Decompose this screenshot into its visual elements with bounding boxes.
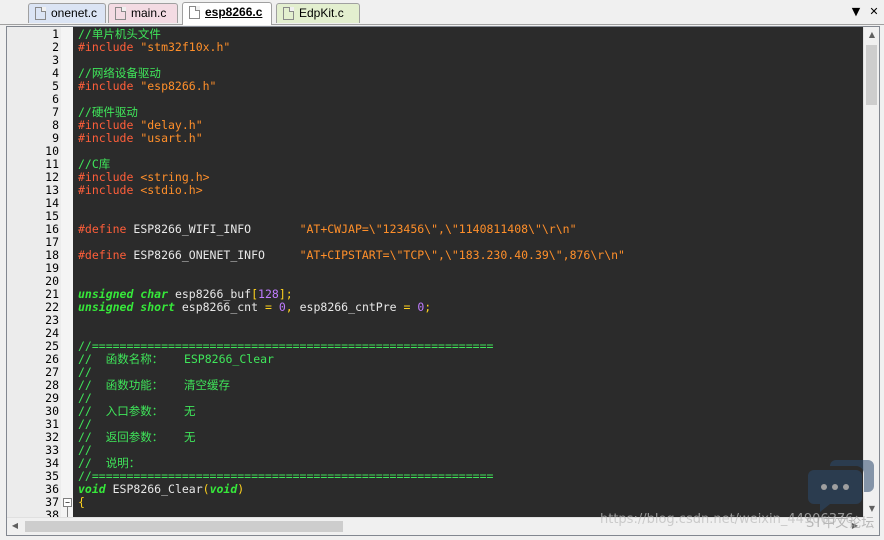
code-line[interactable]: #include <stdio.h> (78, 184, 203, 197)
code-line[interactable]: // 函数名称： ESP8266_Clear (78, 353, 274, 366)
code-token: ) (237, 482, 245, 496)
code-token: unsigned char (78, 287, 169, 301)
code-token: "esp8266.h" (140, 79, 217, 93)
code-token: // (78, 443, 92, 457)
code-token: ( (202, 482, 210, 496)
file-icon (35, 7, 46, 20)
tab-label: onenet.c (51, 6, 98, 20)
code-token: // (78, 391, 92, 405)
code-token: <stdio.h> (140, 183, 203, 197)
code-token: , (285, 300, 293, 314)
close-tab-close-icon[interactable]: ✕ (866, 4, 882, 20)
code-token: "AT+CIPSTART=\"TCP\",\"183.230.40.39\",8… (299, 248, 625, 262)
code-token: //======================================… (78, 469, 494, 483)
line-number-gutter: 1 2 3 4 5 6 7 8 9 10 11 12 13 14 15 16 17 18 19 20 21 22 23 24 2… (7, 27, 73, 517)
code-line[interactable]: unsigned short esp8266_cnt = 0, esp8266_… (78, 301, 431, 314)
code-line[interactable]: { (78, 496, 85, 509)
code-token: ESP8266_Clear (105, 482, 203, 496)
tab-label: esp8266.c (205, 5, 263, 19)
code-line[interactable]: // 入口参数： 无 (78, 405, 195, 418)
code-token: ; (424, 300, 432, 314)
code-token: #include (78, 170, 141, 184)
code-token: //======================================… (78, 339, 494, 353)
code-token: esp8266_buf (168, 287, 252, 301)
tab-label: EdpKit.c (299, 6, 344, 20)
code-token: #include (78, 79, 141, 93)
code-text-area[interactable]: //单片机头文件 #include "stm32f10x.h"//网络设备驱动 #i… (73, 27, 863, 517)
code-token: // 返回参数： 无 (78, 430, 196, 444)
chat-bubble-logo-icon (808, 460, 874, 512)
tab-main-c[interactable]: main.c (108, 3, 178, 23)
code-editor[interactable]: 1 2 3 4 5 6 7 8 9 10 11 12 13 14 15 16 17 18 19 20 21 22 23 24 2… (6, 26, 880, 536)
code-token: esp8266_cnt (174, 300, 265, 314)
code-token: #include (78, 183, 141, 197)
vertical-scroll-thumb[interactable] (866, 45, 877, 105)
code-token: #include (78, 131, 141, 145)
code-token: // 说明： (78, 456, 141, 470)
vertical-scrollbar[interactable]: ▲ ▼ (863, 27, 879, 517)
code-token: // 入口参数： 无 (78, 404, 196, 418)
code-token: //单片机头文件 (78, 27, 161, 41)
file-icon (115, 7, 126, 20)
code-line[interactable]: #include "esp8266.h" (78, 80, 216, 93)
horizontal-scroll-thumb[interactable] (25, 521, 343, 532)
code-token: #define (78, 222, 134, 236)
code-token: #define (78, 248, 134, 262)
code-token: ]; (278, 287, 293, 301)
code-line[interactable]: // 返回参数： 无 (78, 431, 195, 444)
code-token: 128 (258, 287, 279, 301)
code-token: #include (78, 118, 141, 132)
code-token: // (78, 417, 92, 431)
code-token: = (264, 300, 272, 314)
watermark: https://blog.csdn.net/weixin_44906376 ST… (600, 512, 874, 531)
code-line[interactable]: // 函数功能： 清空缓存 (78, 379, 230, 392)
code-token: 0 (278, 300, 286, 314)
code-token: // 函数名称： ESP8266_Clear (78, 352, 274, 366)
watermark-suffix: ST中文论坛 (806, 516, 875, 531)
scroll-up-arrow-icon[interactable]: ▲ (864, 27, 880, 43)
tab-onenet-c[interactable]: onenet.c (28, 3, 106, 23)
code-token: esp8266_cntPre (292, 300, 404, 314)
code-token: <string.h> (140, 170, 210, 184)
code-token: unsigned short (78, 300, 175, 314)
code-token: // (78, 365, 92, 379)
tab-list-chevron-down-icon[interactable]: ▼ (848, 4, 864, 20)
tab-esp8266-c[interactable]: esp8266.c (182, 2, 272, 25)
code-token: "AT+CWJAP=\"123456\",\"1140811408\"\r\n" (299, 222, 577, 236)
line-number: 38 (45, 508, 59, 518)
code-token: "delay.h" (140, 118, 203, 132)
code-token: //硬件驱动 (78, 105, 138, 119)
fold-minus-icon[interactable]: − (63, 498, 72, 507)
code-line[interactable]: #include "usart.h" (78, 132, 203, 145)
code-token: #include (78, 40, 141, 54)
code-token: "stm32f10x.h" (140, 40, 231, 54)
code-line[interactable]: #define ESP8266_ONENET_INFO "AT+CIPSTART… (78, 249, 625, 262)
tab-label: main.c (131, 6, 167, 20)
code-line[interactable]: #define ESP8266_WIFI_INFO "AT+CWJAP=\"12… (78, 223, 577, 236)
code-token: //网络设备驱动 (78, 66, 161, 80)
code-token: //C库 (78, 157, 111, 171)
code-token: void (209, 482, 238, 496)
file-icon (189, 6, 200, 19)
code-token: void (78, 482, 106, 496)
scroll-left-arrow-icon[interactable]: ◀ (7, 518, 23, 534)
code-token: { (78, 495, 85, 509)
fold-margin (61, 27, 73, 517)
code-token: [ (251, 287, 259, 301)
code-token: "usart.h" (140, 131, 203, 145)
tab-EdpKit-c[interactable]: EdpKit.c (276, 3, 360, 23)
file-icon (283, 7, 294, 20)
code-token: ESP8266_ONENET_INFO (133, 248, 300, 262)
code-line[interactable]: void ESP8266_Clear(void) (78, 483, 244, 496)
code-line[interactable]: #include "stm32f10x.h" (78, 41, 230, 54)
file-tab-bar: ▼ ✕ onenet.c main.c esp8266.c EdpKit.c (0, 0, 884, 25)
fold-guide-line (67, 507, 68, 517)
code-token: ESP8266_WIFI_INFO (133, 222, 300, 236)
code-token: // 函数功能： 清空缓存 (78, 378, 230, 392)
